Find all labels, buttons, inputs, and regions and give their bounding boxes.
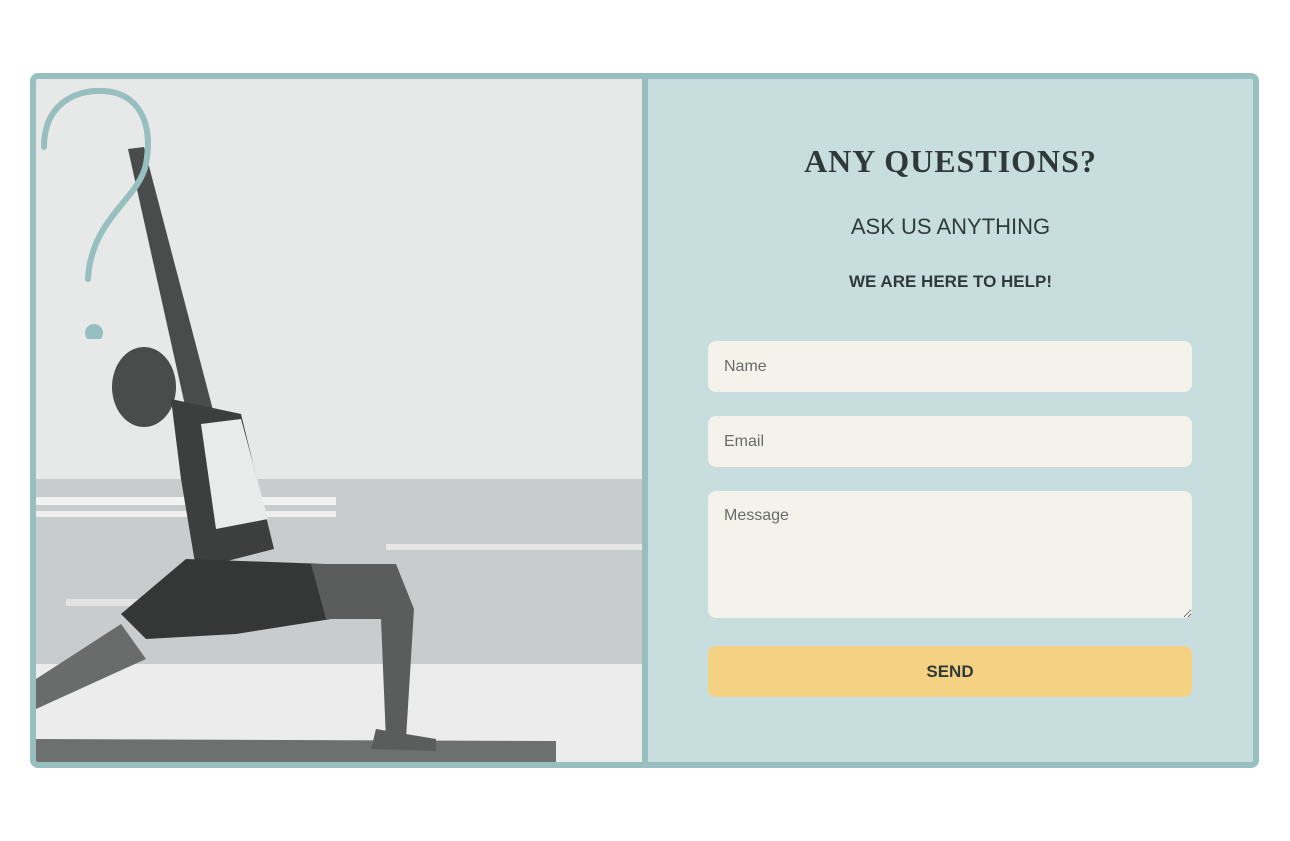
contact-form-panel: ANY QUESTIONS? ASK US ANYTHING WE ARE HE… xyxy=(648,79,1253,762)
name-input[interactable] xyxy=(708,341,1192,392)
yoga-photo xyxy=(36,79,648,762)
contact-card: ANY QUESTIONS? ASK US ANYTHING WE ARE HE… xyxy=(30,73,1259,768)
message-textarea[interactable] xyxy=(708,491,1192,618)
form-heading: ANY QUESTIONS? xyxy=(804,143,1097,179)
email-input[interactable] xyxy=(708,416,1192,467)
question-mark-icon xyxy=(41,87,151,339)
form-subheading: ASK US ANYTHING xyxy=(850,214,1051,239)
form-tagline: WE ARE HERE TO HELP! xyxy=(848,272,1053,291)
send-button[interactable]: SEND xyxy=(708,646,1192,697)
